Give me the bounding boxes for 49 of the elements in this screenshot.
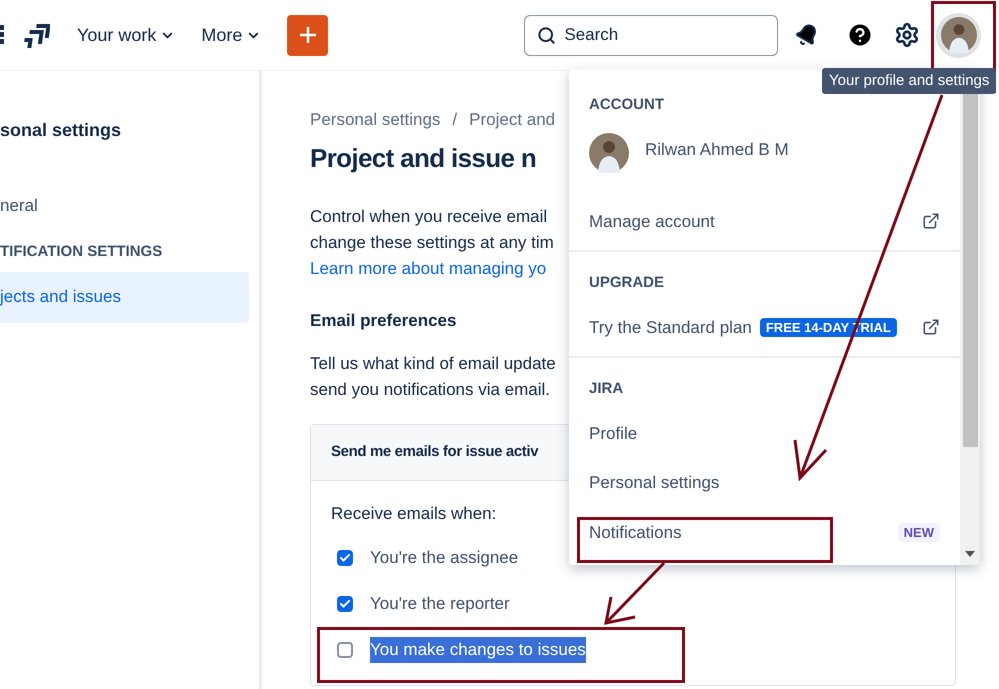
- sidebar-title: sonal settings: [0, 119, 122, 142]
- scroll-down-arrow-icon[interactable]: [965, 551, 975, 557]
- avatar-icon: [589, 132, 629, 172]
- card-subtitle: Receive emails when:: [331, 503, 498, 525]
- new-badge: NEW: [898, 522, 940, 542]
- external-link-icon: [922, 318, 940, 336]
- description-text: Tell us what kind of email update: [310, 353, 556, 375]
- section-heading: Email preferences: [310, 310, 456, 332]
- page-title: Project and issue n: [310, 142, 536, 174]
- external-link-icon: [922, 212, 940, 230]
- check-icon: [339, 598, 351, 610]
- search-icon: [537, 26, 556, 44]
- create-button[interactable]: [287, 14, 328, 56]
- menu-heading: JIRA: [588, 379, 624, 399]
- option-label: You're the reporter: [370, 593, 510, 616]
- menu-item[interactable]: Notifications NEW: [569, 508, 960, 557]
- breadcrumb-link[interactable]: Project and: [469, 107, 556, 132]
- option-label: You're the assignee: [370, 547, 518, 570]
- nav-menu[interactable]: More: [201, 22, 262, 48]
- search-field[interactable]: Search: [524, 14, 778, 56]
- tooltip: Your profile and settings: [822, 68, 996, 94]
- check-icon: [339, 552, 351, 564]
- menu-item[interactable]: Manage account: [569, 196, 960, 246]
- annotation-arrow: [604, 562, 666, 625]
- app-grid-icon[interactable]: [0, 25, 6, 45]
- logo-icon[interactable]: [24, 22, 50, 48]
- description-text: send you notifications via email.: [310, 379, 550, 401]
- checkbox[interactable]: [337, 642, 353, 658]
- option-label: You make changes to issues: [370, 637, 586, 663]
- intro-text: Control when you receive email: [310, 206, 548, 228]
- checkbox[interactable]: [337, 550, 353, 566]
- menu-heading: UPGRADE: [588, 273, 666, 293]
- section-heading: TIFICATION SETTINGS: [0, 242, 164, 262]
- breadcrumb-link[interactable]: Personal settings: [310, 107, 440, 132]
- plus-icon: [298, 26, 317, 44]
- menu-heading: ACCOUNT: [588, 95, 665, 115]
- checkbox[interactable]: [337, 596, 353, 612]
- sidebar-item[interactable]: neral: [0, 180, 249, 231]
- breadcrumb-separator: /: [452, 109, 458, 131]
- user-name: Rilwan Ahmed B M: [645, 138, 789, 160]
- menu-item[interactable]: Personal settings: [569, 458, 960, 508]
- settings-icon[interactable]: [894, 22, 920, 48]
- search-input[interactable]: Search: [564, 22, 754, 48]
- avatar-icon: [940, 17, 977, 53]
- card-title: Send me emails for issue activ: [331, 442, 538, 462]
- intro-text: change these settings at any tim: [310, 232, 554, 254]
- nav-menu[interactable]: Your work: [77, 22, 176, 48]
- learn-more-link[interactable]: Learn more about managing yo: [310, 256, 546, 282]
- menu-item[interactable]: Profile: [569, 408, 960, 458]
